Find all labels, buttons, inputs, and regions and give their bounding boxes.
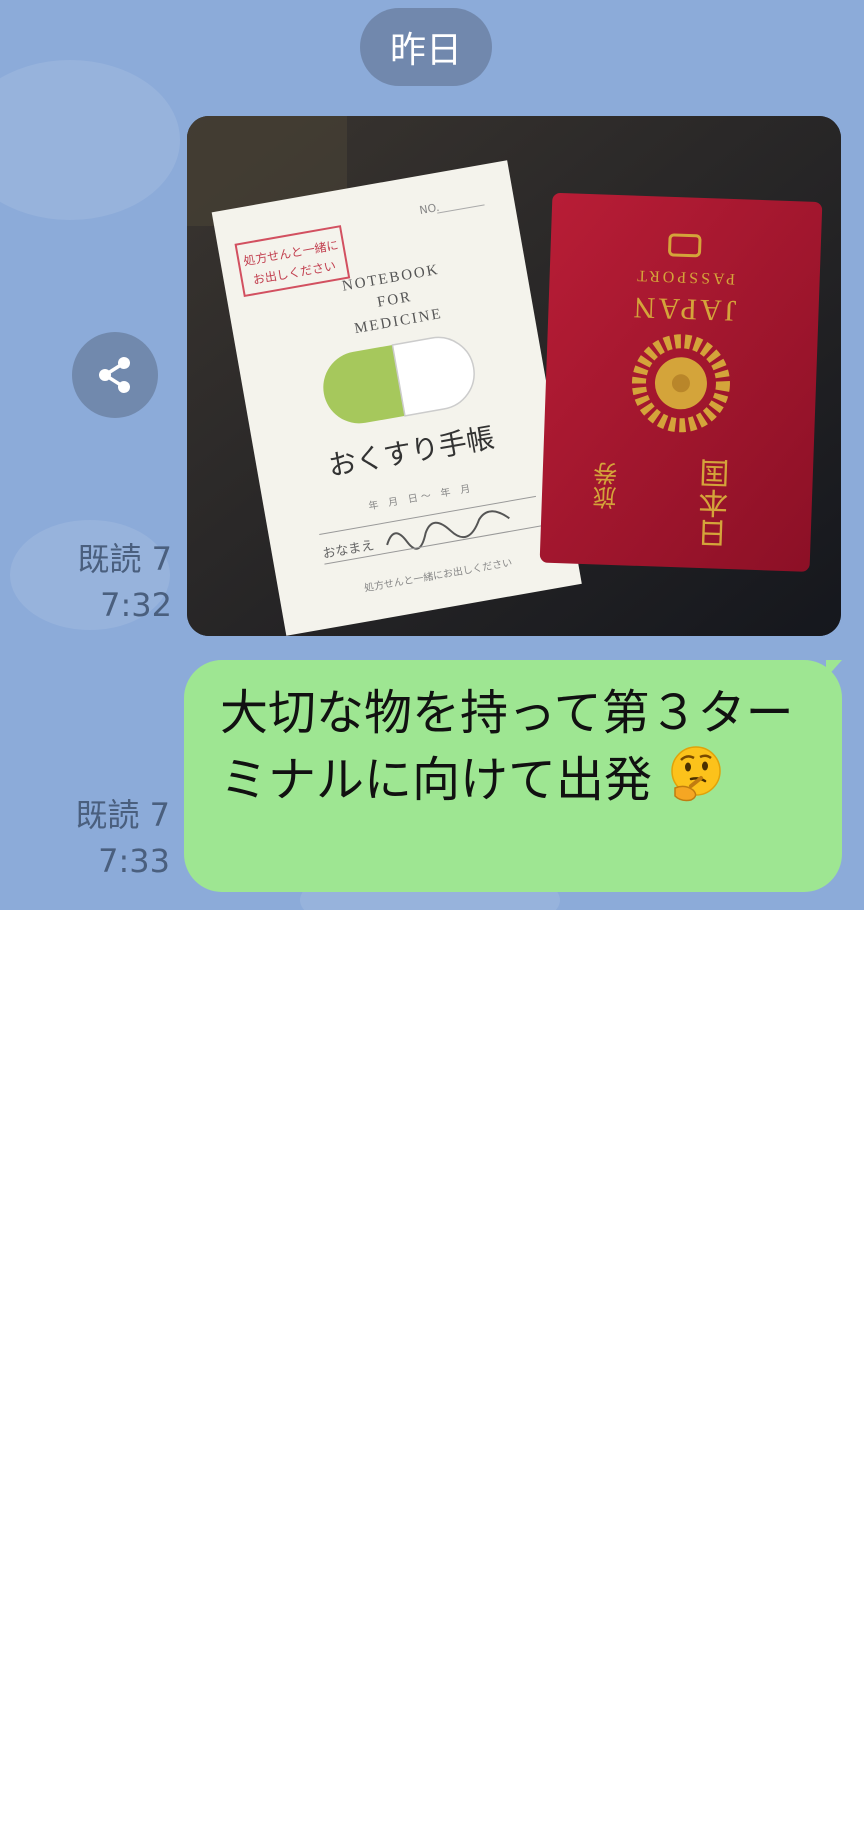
message-time: 7:33	[98, 842, 170, 880]
passport-label-jp-2: 旅券	[593, 461, 623, 510]
date-separator: 昨日	[360, 8, 492, 86]
message-meta: 既読 7 7:32	[30, 536, 172, 628]
message-photo: 処方せんと一緒に お出しください NO. NOTEBOOK FOR MEDICI…	[187, 116, 841, 636]
share-button[interactable]	[72, 332, 158, 418]
message-time: 7:32	[100, 586, 172, 624]
passport-label-en-1: JAPAN	[630, 291, 737, 328]
text-message-bubble[interactable]: 大切な物を持って第３ターミナルに向けて出発	[184, 660, 842, 892]
chat-area[interactable]: 昨日 既読 7 7:32 処方せんと一緒に お出しください NO. NOTEBO…	[0, 0, 864, 910]
background-cloud	[0, 60, 180, 220]
passport: JAPAN PASSPORT 日本国 旅券	[539, 192, 823, 572]
passport-label-en-2: PASSPORT	[634, 267, 735, 288]
date-separator-label: 昨日	[389, 30, 462, 71]
share-icon	[99, 357, 130, 393]
blank-area	[0, 910, 864, 1824]
photo-message[interactable]: 処方せんと一緒に お出しください NO. NOTEBOOK FOR MEDICI…	[187, 116, 841, 636]
message-meta: 既読 7 7:33	[28, 792, 170, 884]
passport-label-jp-1: 日本国	[698, 458, 736, 550]
read-receipt: 既読 7	[77, 540, 172, 578]
read-receipt: 既読 7	[75, 796, 170, 834]
thinking-face-icon	[671, 746, 722, 802]
